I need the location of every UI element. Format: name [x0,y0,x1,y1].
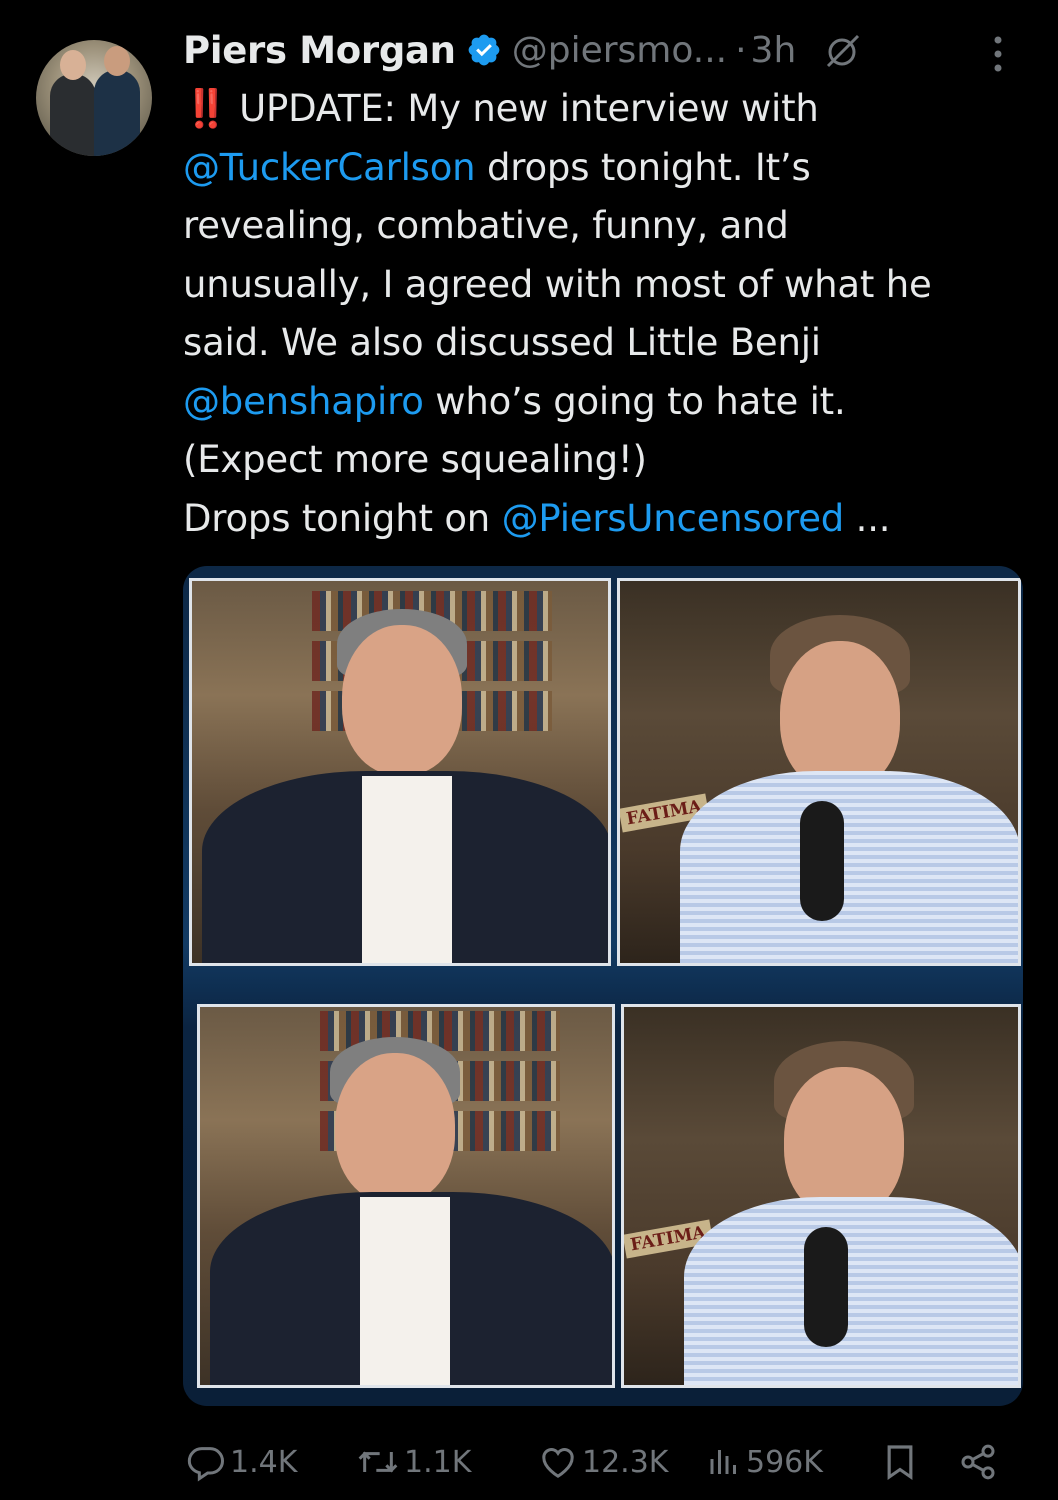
avatar-person-right [94,70,140,156]
tweet-line: Drops tonight on @PiersUncensored ... [183,490,1033,549]
like-button[interactable]: 12.3K [538,1436,668,1488]
tweet-line-text: revealing, combative, funny, and [183,204,789,247]
video-panel-piers-bottom [197,1004,615,1388]
reply-count: 1.4K [230,1444,298,1480]
tweet-line-text: unusually, I agreed with most of what he [183,262,932,306]
shirt [362,776,452,963]
tweet-media-image[interactable]: FATIMA FATIMA [183,566,1023,1406]
author-handle[interactable]: @piersmo... [512,30,727,71]
views-chart-icon [710,1450,736,1474]
face [784,1067,904,1217]
double-exclamation-emoji: ‼️ [183,87,229,130]
more-options-icon[interactable] [986,34,1010,74]
tweet-line: @benshapiro who’s going to hate it. [183,373,1033,432]
slashed-circle-icon [822,30,862,70]
tweet-line-text: said. We also discussed Little Benji [183,321,821,364]
tweet-line: unusually, I agreed with most of what he [183,256,1033,315]
show-more-ellipsis[interactable]: ... [844,497,891,540]
tweet-line: revealing, combative, funny, and [183,197,1033,256]
tweet-line-text: who’s going to hate it. [423,379,846,423]
tweet-line-text: (Expect more squealing!) [183,438,647,481]
views-button[interactable]: 596K [706,1436,823,1488]
microphone [804,1227,848,1347]
avatar-head-left [60,50,86,80]
avatar-head-right [104,46,130,76]
mention-link[interactable]: @TuckerCarlson [183,146,476,189]
repost-icon [358,1451,398,1473]
tweet-line-text: Drops tonight on [183,496,502,540]
tweet-line: ‼️ UPDATE: My new interview with [183,80,1033,139]
repost-button[interactable]: 1.1K [356,1436,471,1488]
reply-icon [187,1447,225,1482]
verified-badge-icon [466,32,502,68]
tweet-line-text: drops tonight. It’s [475,145,811,189]
tweet-line: @TuckerCarlson drops tonight. It’s [183,139,1033,198]
face [335,1053,455,1203]
bookmark-icon [887,1445,913,1481]
shirt [360,1197,450,1385]
video-panel-tucker-bottom: FATIMA [621,1004,1021,1388]
author-name[interactable]: Piers Morgan [183,29,456,72]
video-panel-piers-top [189,578,611,966]
mention-link[interactable]: @PiersUncensored [502,497,845,540]
repost-count: 1.1K [404,1444,472,1480]
share-button[interactable] [956,1436,1000,1488]
mention-link[interactable]: @benshapiro [183,380,424,423]
share-icon [961,1444,995,1480]
like-count: 12.3K [582,1444,669,1480]
header-separator: · [735,29,747,71]
face [342,625,462,775]
tweet-text: ‼️ UPDATE: My new interview with @TuckerC… [183,80,1033,548]
tweet-timestamp[interactable]: 3h [751,30,797,71]
heart-icon [542,1448,574,1478]
bookmark-button[interactable] [880,1436,920,1488]
tweet-line: said. We also discussed Little Benji [183,314,1033,373]
tweet-action-bar: 1.4K 1.1K 12.3K 596K [0,1436,1058,1488]
tweet-header: Piers Morgan @piersmo... · 3h [183,26,862,74]
microphone [800,801,844,921]
shirt [684,1197,1018,1385]
video-panel-tucker-top: FATIMA [617,578,1021,966]
view-count: 596K [746,1444,823,1480]
tweet-line-text: UPDATE: My new interview with [239,87,819,130]
shirt [680,771,1018,963]
reply-button[interactable]: 1.4K [186,1436,297,1488]
tweet-line: (Expect more squealing!) [183,431,1033,490]
face [780,641,900,791]
author-avatar[interactable] [36,40,152,156]
avatar-person-left [50,74,96,156]
